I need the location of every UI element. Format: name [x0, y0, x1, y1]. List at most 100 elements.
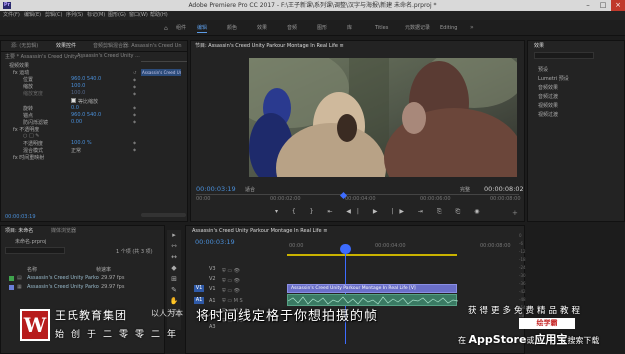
scale-value[interactable]: 100.0: [71, 83, 85, 89]
track-label-v3[interactable]: V3: [209, 266, 216, 272]
tab-source[interactable]: 源: (无剪辑): [11, 41, 38, 51]
menu-graphics[interactable]: 图形(G): [108, 11, 126, 20]
effects-folder[interactable]: 音频效果: [538, 84, 558, 91]
project-item-name[interactable]: Assassin's Creed Unity Parko: [27, 284, 99, 290]
effects-search-input[interactable]: [534, 52, 594, 59]
column-header-rate[interactable]: 帧速率: [96, 266, 111, 273]
workspace-tab-assembly[interactable]: 组件: [176, 24, 186, 32]
source-patch-v1[interactable]: V1: [194, 285, 204, 292]
tab-effects[interactable]: 效果: [534, 41, 544, 51]
track-label-v2[interactable]: V2: [209, 276, 216, 282]
menu-help[interactable]: 帮助(H): [150, 11, 168, 20]
effect-row-label: 视频效果: [9, 63, 30, 69]
tab-divider: [1, 51, 187, 52]
home-icon[interactable]: ⌂: [164, 25, 168, 32]
window-title: Adobe Premiere Pro CC 2017 - F:\王子新课\系列课…: [188, 2, 437, 9]
promo-search: 搜索下载: [567, 336, 600, 345]
clip-label-color: [9, 285, 14, 290]
workspace-tab-libraries[interactable]: 库: [347, 24, 352, 32]
project-search-input[interactable]: [5, 247, 65, 254]
tab-media-browser[interactable]: 媒体浏览器: [51, 226, 76, 236]
work-area-bar[interactable]: [287, 254, 457, 256]
track-label-a3[interactable]: A3: [209, 324, 216, 330]
effect-row-label: 旋转: [23, 106, 34, 112]
menu-edit[interactable]: 编辑(E): [24, 11, 41, 20]
anti-flicker-value[interactable]: 0.00: [71, 119, 82, 125]
effect-row-label[interactable]: fx 时间重映射: [13, 154, 44, 161]
track-label-a1[interactable]: A1: [209, 298, 216, 304]
clip-icon: ▤: [17, 275, 22, 281]
title-bar: Pr Adobe Premiere Pro CC 2017 - F:\王子新课\…: [0, 0, 625, 11]
program-video-frame[interactable]: [249, 58, 517, 177]
project-item-name[interactable]: Assassin's Creed Unity Parko: [27, 275, 99, 281]
workspace-tab-editing-2[interactable]: Editing: [440, 24, 457, 32]
program-ruler-line: [196, 194, 519, 195]
source-patch-a1[interactable]: A1: [194, 297, 204, 304]
program-timecode-duration: 00:00:08:02: [484, 185, 524, 193]
opacity-value[interactable]: 100.0 %: [71, 140, 92, 146]
workspace-tab-titles[interactable]: Titles: [375, 24, 388, 32]
mask-ellipse-icon[interactable]: ○ □ ✎: [23, 133, 39, 139]
subtitle-caption: 将时间线定格于你想拍摄的帧: [196, 309, 379, 324]
fit-select[interactable]: 适合: [245, 186, 255, 193]
menu-marker[interactable]: 标记(M): [87, 11, 105, 20]
video-clip-v1[interactable]: Assassin's Creed Unity Parkour Montage I…: [287, 284, 457, 293]
workspace-tab-audio[interactable]: 音频: [287, 24, 297, 32]
project-item-rate: 29.97 fps: [101, 275, 125, 281]
video-still: [249, 58, 517, 177]
track-label-v1[interactable]: V1: [209, 286, 216, 292]
transport-controls[interactable]: ▾ { } ⇤ ◀| ▶ |▶ ⇥ ⎘ ⎗ ◉: [275, 208, 480, 218]
rotation-value[interactable]: 0.0: [71, 105, 79, 111]
more-workspaces-icon[interactable]: »: [470, 24, 474, 31]
column-header-name[interactable]: 名称: [27, 266, 37, 273]
uniform-scale-checkbox[interactable]: [71, 98, 76, 103]
workspace-tab-editing[interactable]: 编辑: [197, 24, 208, 33]
position-value[interactable]: 960.0 540.0: [71, 76, 101, 82]
track-toggle-icons[interactable]: ⛨ ▭ 👁 ⛨ ▭ 👁 ⛨ ▭ 👁 ⛨ ▭ M S ⛨ ▭ M S ⛨ ▭ M S: [222, 266, 262, 336]
menu-window[interactable]: 窗口(W): [129, 11, 148, 20]
effects-folder[interactable]: Lumetri 预设: [538, 75, 569, 82]
brand-logo: W: [20, 309, 50, 341]
tab-effect-controls[interactable]: 效果控件: [56, 41, 76, 51]
anchor-value[interactable]: 960.0 540.0: [71, 112, 101, 118]
menu-file[interactable]: 文件(F): [3, 11, 20, 20]
workspace-tab-metadata[interactable]: 元数据记录: [405, 24, 430, 32]
promo-badge: 绘学霸: [519, 318, 575, 329]
minimize-icon[interactable]: –: [581, 0, 595, 11]
menu-clip[interactable]: 剪辑(C): [45, 11, 62, 20]
tab-project[interactable]: 项目: 未命名: [5, 226, 33, 236]
effects-folder[interactable]: 视频效果: [538, 102, 558, 109]
workspace-tab-graphics[interactable]: 图形: [317, 24, 327, 32]
timeline-ruler-tick: 00:00:04:00: [375, 243, 406, 249]
blend-mode-select[interactable]: 正常: [71, 147, 81, 154]
effects-folder[interactable]: 预设: [538, 66, 548, 73]
effect-row-label: 位置: [23, 77, 34, 83]
effect-row-label[interactable]: fx 不透明度: [13, 126, 39, 133]
close-icon[interactable]: ×: [611, 0, 625, 11]
timeline-playhead[interactable]: [340, 244, 352, 254]
project-item-rate: 29.97 fps: [101, 284, 125, 290]
effect-row-label[interactable]: fx 运动: [13, 69, 29, 76]
mini-timeline-clip[interactable]: Assassin's Creed Un: [141, 69, 181, 76]
quality-select[interactable]: 完整: [460, 186, 470, 193]
timeline-timecode[interactable]: 00:00:03:19: [195, 238, 235, 246]
zoom-scrollbar[interactable]: [141, 213, 186, 217]
company-name: 王氏教育集团: [55, 309, 127, 322]
add-button-icon[interactable]: +: [512, 209, 518, 217]
program-ruler-tick: 00:00:08:00: [490, 196, 521, 202]
program-ruler-tick: 00:00:02:00: [270, 196, 301, 202]
program-timecode-current[interactable]: 00:00:03:19: [196, 185, 236, 193]
keyframe-buttons[interactable]: ↺ ◆ ◆ ◆ ◆ ◆ ◆ ◆ ◆: [133, 69, 139, 169]
menu-sequence[interactable]: 序列(S): [66, 11, 83, 20]
workspace-tab-color[interactable]: 颜色: [227, 24, 237, 32]
effect-row-label: 缩放: [23, 84, 34, 90]
tab-timeline[interactable]: Assassin's Creed Unity Parkour Montage I…: [192, 226, 327, 236]
tab-program[interactable]: 节目: Assassin's Creed Unity Parkour Monta…: [195, 41, 344, 51]
effects-folder[interactable]: 视频过渡: [538, 111, 558, 118]
workspace-tab-effects[interactable]: 效果: [257, 24, 267, 32]
effects-folder[interactable]: 音频过渡: [538, 93, 558, 100]
maximize-icon[interactable]: □: [596, 0, 610, 11]
tab-audio-clip-mixer[interactable]: 音频剪辑混合器: Assassin's Creed Un: [93, 41, 182, 51]
effect-controls-timecode[interactable]: 00:00:03:19: [5, 214, 36, 220]
clip-label-color: [9, 276, 14, 281]
